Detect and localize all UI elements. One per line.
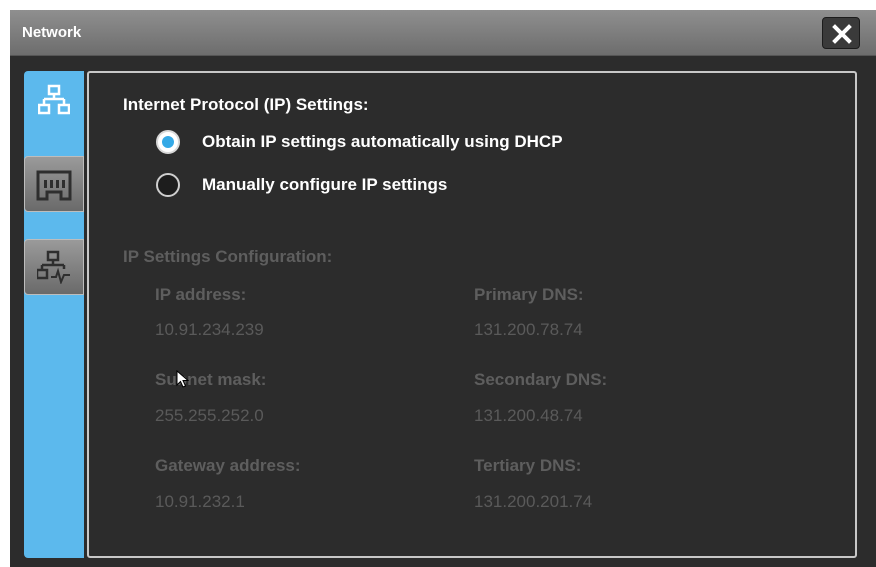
subnet-mask-label: Subnet mask: xyxy=(155,370,267,389)
network-dialog: Network Internet Protocol (IP) Settings:… xyxy=(10,10,876,567)
mouse-cursor-icon xyxy=(176,370,190,388)
gateway-label: Gateway address: xyxy=(155,456,301,475)
secondary-dns-value: 131.200.48.74 xyxy=(474,406,583,425)
ip-config-title: IP Settings Configuration: xyxy=(123,247,333,266)
gateway-value: 10.91.232.1 xyxy=(155,492,245,511)
ip-address-label: IP address: xyxy=(155,285,247,304)
ethernet-port-icon xyxy=(36,170,72,201)
title-bar: Network xyxy=(10,10,876,56)
tab-ethernet[interactable] xyxy=(24,156,84,212)
close-button[interactable] xyxy=(822,17,860,49)
ip-address-value: 10.91.234.239 xyxy=(155,320,264,339)
tab-network-settings[interactable] xyxy=(24,71,84,558)
network-activity-icon xyxy=(37,250,70,284)
close-icon xyxy=(832,24,852,44)
subnet-mask-value: 255.255.252.0 xyxy=(155,406,264,425)
primary-dns-label: Primary DNS: xyxy=(474,285,584,304)
manual-label[interactable]: Manually configure IP settings xyxy=(202,175,447,195)
tertiary-dns-label: Tertiary DNS: xyxy=(474,456,582,475)
tertiary-dns-value: 131.200.201.74 xyxy=(474,492,593,511)
secondary-dns-label: Secondary DNS: xyxy=(474,370,608,389)
tab-network-diagnostics[interactable] xyxy=(24,239,84,295)
ip-settings-title: Internet Protocol (IP) Settings: xyxy=(123,95,369,114)
window-title: Network xyxy=(22,24,82,41)
network-icon xyxy=(38,84,70,115)
primary-dns-value: 131.200.78.74 xyxy=(474,320,583,339)
settings-panel: Internet Protocol (IP) Settings: Obtain … xyxy=(87,71,857,558)
dhcp-label[interactable]: Obtain IP settings automatically using D… xyxy=(202,132,563,152)
dhcp-radio[interactable] xyxy=(156,130,180,154)
manual-radio[interactable] xyxy=(156,173,180,197)
